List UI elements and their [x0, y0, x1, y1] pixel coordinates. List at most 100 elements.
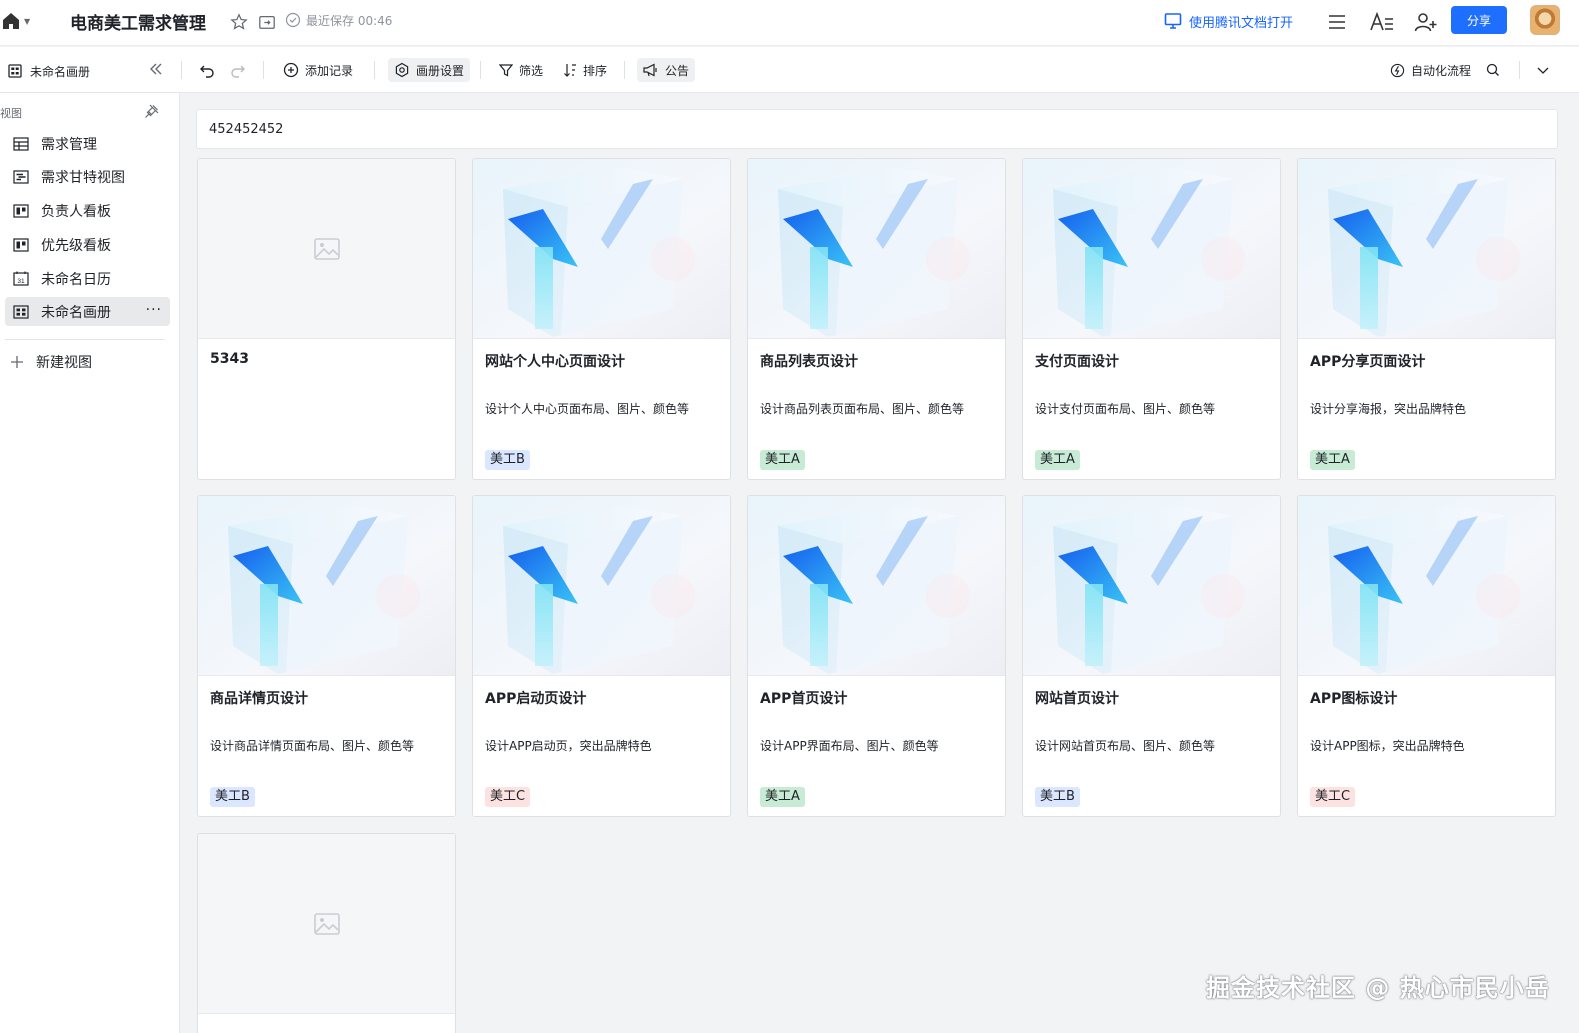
gallery-card[interactable]: APP图标设计 设计APP图标，突出品牌特色 美工C [1297, 495, 1556, 817]
card-cover-image [1298, 496, 1555, 676]
sidebar-item-calendar[interactable]: 31 未命名日历 [5, 264, 170, 293]
gallery-card[interactable]: 商品列表页设计设计商品列表页面布局、图片、颜色等美工A [747, 158, 1006, 480]
card-title: APP图标设计 [1310, 691, 1398, 707]
gallery-card[interactable]: 网站首页设计 设计网站首页布局、图片、颜色等 美工B [1022, 495, 1281, 817]
automation-button[interactable]: 自动化流程 [1390, 58, 1471, 82]
new-view-label: 新建视图 [36, 355, 92, 371]
saved-check-icon [282, 9, 304, 31]
open-in-tencent-docs-link[interactable]: 使用腾讯文档打开 [1164, 9, 1293, 33]
card-description: 设计商品详情页面布局、图片、颜色等 [210, 739, 415, 753]
sidebar-item-gantt[interactable]: 需求甘特视图 [5, 162, 170, 191]
new-view-button[interactable]: 新建视图 [10, 351, 92, 373]
gallery-settings-label: 画册设置 [416, 63, 465, 78]
gallery-card[interactable]: 5343 [197, 158, 456, 480]
add-record-button[interactable]: 添加记录 [277, 58, 359, 82]
card-cover-empty [198, 834, 455, 1014]
menu-icon[interactable] [1326, 11, 1348, 33]
cover-illustration [748, 496, 1005, 675]
card-cover-image [1298, 159, 1555, 339]
search-button[interactable] [1486, 58, 1500, 82]
views-heading: 视图 [0, 107, 22, 120]
sidebar-item-gallery[interactable]: 未命名画册 ··· [5, 297, 170, 326]
card-description: 设计支付页面布局、图片、颜色等 [1035, 402, 1216, 416]
card-title: 5343 [210, 351, 249, 367]
gallery-card[interactable]: 商品详情页设计 设计商品详情页面布局、图片、颜色等 美工B [197, 495, 456, 817]
redo-icon [231, 65, 245, 78]
collapse-sidebar-icon[interactable] [148, 61, 164, 81]
assignee-tag: 美工A [760, 450, 805, 470]
assignee-tag: 美工C [1310, 787, 1356, 807]
assignee-tag: 美工A [1035, 450, 1080, 470]
move-to-folder-icon[interactable] [256, 11, 278, 33]
assignee-tag: 美工A [760, 787, 805, 807]
pin-icon[interactable] [144, 103, 160, 123]
current-view-selector[interactable]: 未命名画册 [8, 61, 90, 81]
sort-button[interactable]: 排序 [557, 58, 613, 82]
sidebar-item-label: 未命名日历 [41, 271, 111, 288]
sidebar-item-owner-kanban[interactable]: 负责人看板 [5, 196, 170, 225]
sort-label: 排序 [583, 63, 608, 78]
undo-icon [200, 65, 214, 78]
assignee-tag: 美工B [210, 787, 255, 807]
sidebar-item-priority-kanban[interactable]: 优先级看板 [5, 230, 170, 259]
home-icon [3, 13, 19, 29]
cover-illustration [1298, 159, 1555, 338]
filter-icon [499, 64, 513, 77]
add-record-label: 添加记录 [305, 63, 354, 78]
gallery-icon [8, 64, 22, 78]
redo-button[interactable] [224, 58, 252, 82]
assignee-tag: 美工C [485, 787, 531, 807]
card-description: 设计APP启动页，突出品牌特色 [485, 739, 652, 753]
search-bar[interactable]: 452452452 [196, 109, 1558, 149]
user-avatar[interactable] [1530, 5, 1560, 35]
doc-title[interactable]: 电商美工需求管理 [70, 9, 206, 34]
text-format-icon[interactable] [1369, 11, 1395, 33]
card-cover-image [1023, 159, 1280, 339]
kanban-icon [13, 237, 29, 252]
gallery-card[interactable]: APP分享页面设计 设计分享海报，突出品牌特色 美工A [1297, 158, 1556, 480]
card-description: 设计APP界面布局、图片、颜色等 [760, 739, 939, 753]
cover-illustration [1023, 496, 1280, 675]
megaphone-icon [643, 63, 657, 77]
card-title: APP分享页面设计 [1310, 354, 1426, 370]
gallery-card[interactable] [197, 833, 456, 1033]
current-view-label: 未命名画册 [30, 64, 91, 79]
card-title: 网站首页设计 [1035, 691, 1119, 707]
home-menu[interactable]: ▼ [2, 10, 38, 32]
filter-button[interactable]: 筛选 [493, 58, 549, 82]
assignee-tag: 美工B [485, 450, 530, 470]
toolbar-divider [374, 61, 375, 79]
card-cover-image [473, 496, 730, 676]
card-description: 设计分享海报，突出品牌特色 [1310, 402, 1467, 416]
card-title: APP首页设计 [760, 691, 848, 707]
undo-button[interactable] [193, 58, 221, 82]
gallery-card[interactable]: APP启动页设计 设计APP启动页，突出品牌特色 美工C [472, 495, 731, 817]
toolbar-divider [624, 61, 625, 79]
gallery-card[interactable]: 网站个人中心页面设计设计个人中心页面布局、图片、颜色等美工B [472, 158, 731, 480]
announcement-button[interactable]: 公告 [637, 58, 696, 82]
card-description: 设计个人中心页面布局、图片、颜色等 [485, 402, 690, 416]
sidebar-item-label: 需求甘特视图 [41, 169, 125, 186]
gantt-icon [13, 169, 29, 184]
more-toolbar-button[interactable] [1536, 58, 1550, 82]
sidebar-divider [5, 339, 165, 340]
gallery-icon [13, 304, 29, 319]
gallery-settings-button[interactable]: 画册设置 [388, 58, 471, 82]
toolbar-divider [263, 61, 264, 79]
card-description: 设计网站首页布局、图片、颜色等 [1035, 739, 1216, 753]
search-icon [1486, 63, 1499, 76]
share-button[interactable]: 分享 [1451, 6, 1507, 34]
chevron-down-icon: ▼ [24, 16, 31, 26]
star-icon[interactable] [228, 11, 250, 33]
card-title: 网站个人中心页面设计 [485, 354, 625, 370]
card-title: 商品列表页设计 [760, 354, 858, 370]
gallery-card[interactable]: 支付页面设计 设计支付页面布局、图片、颜色等 美工A [1022, 158, 1281, 480]
sidebar-item-requirements[interactable]: 需求管理 [5, 129, 170, 158]
cover-illustration [1298, 496, 1555, 675]
card-description: 设计商品列表页面布局、图片、颜色等 [760, 402, 965, 416]
gallery-card[interactable]: APP首页设计设计APP界面布局、图片、颜色等美工A [747, 495, 1006, 817]
toolbar-divider [480, 61, 481, 79]
kanban-icon [13, 203, 29, 218]
add-collaborator-icon[interactable] [1413, 11, 1439, 33]
more-options-icon[interactable]: ··· [146, 302, 162, 318]
